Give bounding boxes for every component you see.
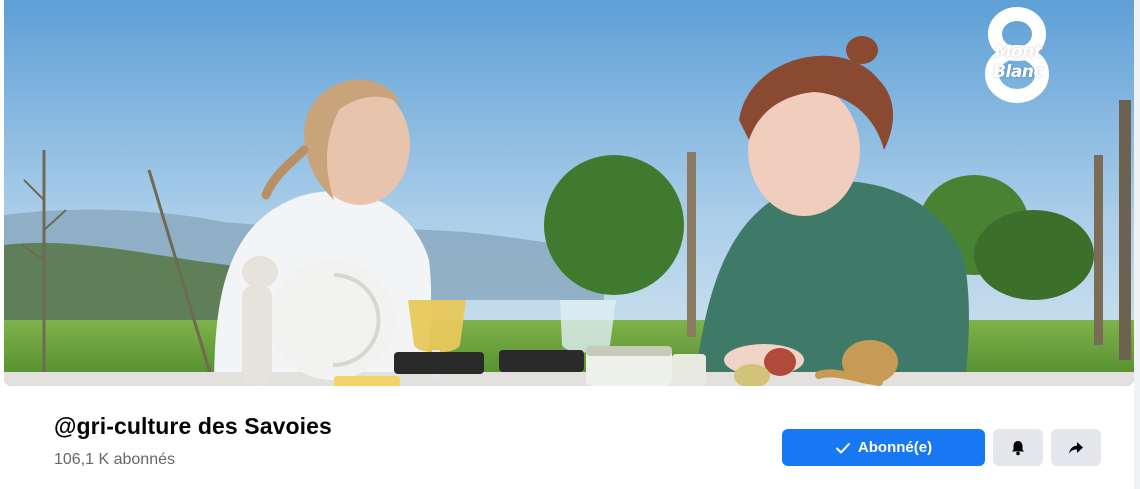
logo-text: Mont Blanc [993, 42, 1043, 82]
share-button[interactable] [1051, 429, 1101, 466]
notifications-button[interactable] [993, 429, 1043, 466]
check-icon [835, 442, 850, 453]
channel-logo: Mont Blanc [962, 6, 1072, 104]
bell-icon [1012, 440, 1024, 455]
cover-photo[interactable]: Mont Blanc [4, 0, 1134, 386]
following-button[interactable]: Abonné(e) [782, 429, 985, 466]
followers-count[interactable]: 106,1 K abonnés [54, 451, 175, 469]
page: Mont Blanc @gri-culture des Savoies 106,… [0, 0, 1140, 489]
scrollbar[interactable] [1134, 0, 1140, 489]
following-button-label: Abonné(e) [857, 439, 933, 456]
page-title[interactable]: @gri-culture des Savoies [54, 413, 332, 440]
share-arrow-icon [1069, 441, 1083, 454]
profile-header: @gri-culture des Savoies 106,1 K abonnés… [0, 386, 1140, 489]
